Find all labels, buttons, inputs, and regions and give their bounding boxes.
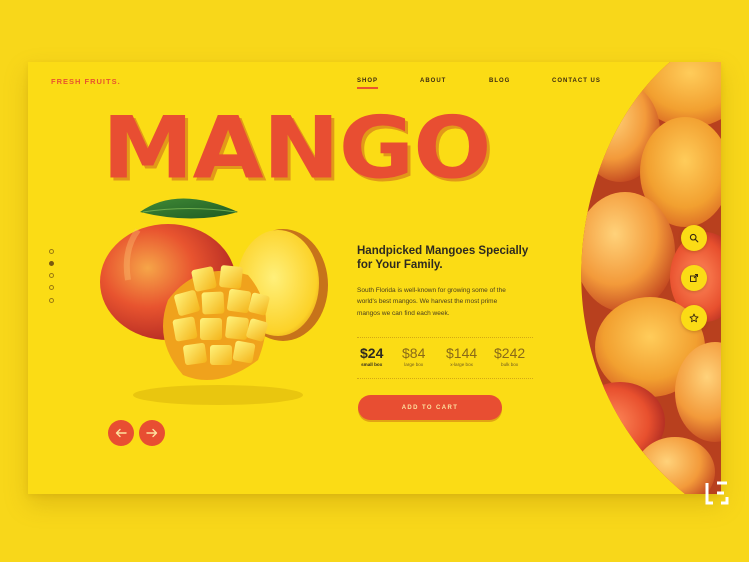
slider-dot[interactable] [49,298,54,303]
price-label: x-large box [450,362,473,367]
prev-arrow-button[interactable] [108,420,134,446]
page-title: MANGO [102,98,491,199]
price-label: small box [361,362,383,367]
slider-dot[interactable] [49,249,54,254]
price-option-x-large[interactable]: $144 x-large box [446,346,477,367]
share-icon [690,274,698,282]
slider-dot-active[interactable] [49,261,54,266]
price-value: $24 [360,345,384,361]
star-icon [689,313,699,323]
share-button[interactable] [681,265,707,291]
arrow-right-icon [146,428,158,438]
corner-brand-icon [705,481,729,505]
slider-dot[interactable] [49,273,54,278]
price-option-bulk[interactable]: $242 bulk box [494,346,525,367]
arrow-left-icon [115,428,127,438]
headline-line-2: for Your Family. [357,259,443,272]
landing-card: FRESH FRUITS. SHOP ABOUT BLOG CONTACT US… [28,62,721,494]
price-value: $84 [402,345,426,361]
search-button[interactable] [681,225,707,251]
price-label: bulk box [501,362,519,367]
add-to-cart-button[interactable]: ADD TO CART [358,395,502,420]
favorite-button[interactable] [681,305,707,331]
price-value: $242 [494,345,526,361]
next-arrow-button[interactable] [139,420,165,446]
price-value: $144 [446,345,478,361]
nav-shop[interactable]: SHOP [357,78,379,89]
nav-blog[interactable]: BLOG [489,78,510,84]
slider-dot[interactable] [49,285,54,290]
nav-about[interactable]: ABOUT [420,78,446,84]
price-label: large box [404,362,424,367]
product-headline: Handpicked Mangoes Specially for Your Fa… [357,244,547,273]
price-option-small[interactable]: $24 small box [360,346,383,367]
price-option-large[interactable]: $84 large box [402,346,425,367]
price-options: $24 small box $84 large box $144 x-large… [357,337,533,379]
search-icon [689,233,699,243]
product-description: South Florida is well-known for growing … [357,286,506,317]
mango-image [100,198,328,405]
product-info: Handpicked Mangoes Specially for Your Fa… [357,244,547,319]
headline-line-1: Handpicked Mangoes Specially [357,245,529,257]
